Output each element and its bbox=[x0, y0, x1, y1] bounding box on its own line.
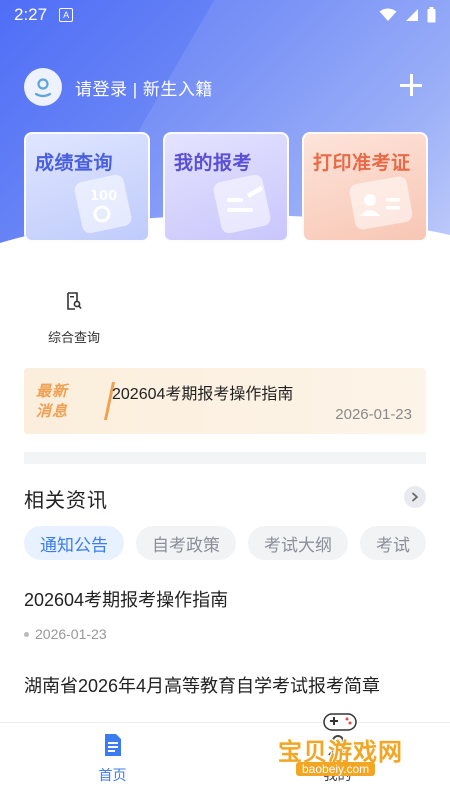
latest-news-date: 2026-01-23 bbox=[335, 406, 412, 423]
bottom-nav: 首页 我的 bbox=[0, 722, 450, 800]
document-search-icon bbox=[67, 292, 82, 310]
section-divider bbox=[24, 452, 426, 464]
battery-icon bbox=[427, 7, 436, 23]
article-title[interactable]: 湖南省2026年4月高等教育自学考试报考简章 bbox=[24, 672, 426, 698]
score-query-card[interactable]: 成绩查询 100 bbox=[24, 132, 150, 242]
svg-text:100: 100 bbox=[90, 189, 117, 204]
tab-policy[interactable]: 自考政策 bbox=[136, 526, 236, 560]
list-item[interactable]: 湖南省2026年4月高等教育自学考试报考简章 bbox=[24, 672, 426, 698]
quick-action-label: 综合查询 bbox=[47, 330, 100, 345]
add-button[interactable] bbox=[398, 72, 424, 98]
card-title: 成绩查询 bbox=[35, 153, 114, 174]
nav-mine[interactable]: 我的 bbox=[225, 723, 450, 800]
notification-a-icon: A bbox=[59, 8, 74, 22]
tab-exam[interactable]: 考试 bbox=[360, 526, 426, 560]
article-date: 2026-01-23 bbox=[35, 626, 107, 642]
home-document-icon bbox=[104, 734, 121, 756]
feature-cards: 成绩查询 100 我的报考 打印准考证 bbox=[24, 132, 428, 242]
card-title: 打印准考证 bbox=[313, 153, 411, 174]
login-link[interactable]: 请登录 | 新生入籍 bbox=[75, 75, 213, 100]
status-bar: 2:27 A bbox=[0, 0, 450, 30]
section-more-button[interactable] bbox=[404, 486, 426, 508]
login-row[interactable]: 请登录 | 新生入籍 bbox=[24, 68, 213, 106]
nav-home-label: 首页 bbox=[98, 767, 127, 783]
avatar[interactable] bbox=[24, 68, 62, 106]
info-tabs: 通知公告 自考政策 考试大纲 考试 bbox=[24, 526, 450, 560]
latest-news-title[interactable]: 202604考期报考操作指南 bbox=[112, 380, 293, 404]
tab-notice[interactable]: 通知公告 bbox=[24, 526, 124, 560]
tab-syllabus[interactable]: 考试大纲 bbox=[248, 526, 348, 560]
list-item[interactable]: 202604考期报考操作指南 2026-01-23 bbox=[24, 586, 426, 642]
latest-news-tag: 最新 消息 bbox=[36, 383, 69, 420]
article-title[interactable]: 202604考期报考操作指南 bbox=[24, 586, 426, 612]
wifi-icon bbox=[379, 8, 397, 21]
latest-news-banner[interactable]: 最新 消息 202604考期报考操作指南 2026-01-23 bbox=[24, 368, 426, 434]
article-meta: 2026-01-23 bbox=[24, 626, 426, 642]
nav-mine-label: 我的 bbox=[323, 767, 352, 783]
signal-icon bbox=[406, 9, 418, 21]
print-admission-card[interactable]: 打印准考证 bbox=[302, 132, 428, 242]
score-100-icon: 100 bbox=[74, 174, 132, 234]
enroll-form-icon bbox=[213, 174, 271, 234]
status-icons bbox=[379, 7, 436, 23]
chevron-right-icon bbox=[412, 492, 418, 502]
admission-ticket-icon bbox=[349, 176, 413, 230]
dot-icon bbox=[24, 631, 29, 637]
info-section-title: 相关资讯 bbox=[24, 490, 108, 512]
user-avatar-icon bbox=[34, 78, 52, 98]
status-time: 2:27 bbox=[14, 5, 48, 24]
my-enrollment-card[interactable]: 我的报考 bbox=[163, 132, 289, 242]
nav-home[interactable]: 首页 bbox=[0, 723, 225, 800]
user-icon bbox=[327, 735, 348, 756]
quick-action-comprehensive-query[interactable]: 综合查询 bbox=[44, 292, 104, 346]
card-title: 我的报考 bbox=[174, 153, 253, 174]
